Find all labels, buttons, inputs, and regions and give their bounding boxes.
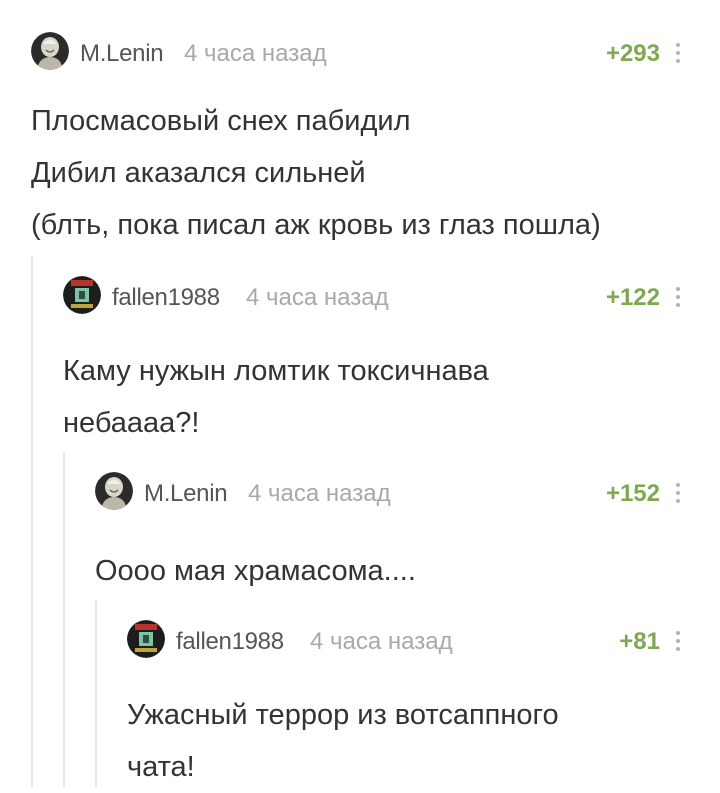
thread-line-level-3 bbox=[95, 600, 97, 787]
comment-rating: +81 bbox=[619, 628, 660, 655]
comment-timestamp[interactable]: 4 часа назад bbox=[184, 40, 327, 68]
comment-author[interactable]: fallen1988 bbox=[176, 628, 284, 656]
comment-body: Каму нужын ломтик токсичнава небаааа?! bbox=[63, 345, 720, 449]
comment-author[interactable]: fallen1988 bbox=[112, 284, 220, 312]
comment-body: Плосмасовый снех пабидил Дибил аказался … bbox=[31, 95, 720, 251]
comment-reply: fallen1988 4 часа назад +81 Ужасный терр… bbox=[127, 618, 720, 793]
more-options-icon[interactable] bbox=[672, 628, 684, 654]
thread-line-level-2 bbox=[63, 452, 65, 787]
comment-line: Каму нужын ломтик токсичнава bbox=[63, 355, 489, 387]
comment-reply: fallen1988 4 часа назад +122 Каму нужын … bbox=[63, 274, 720, 449]
comment-rating: +122 bbox=[605, 284, 660, 311]
lenin-portrait-icon bbox=[31, 32, 69, 70]
comment-line: Оооо мая храмасома.... bbox=[95, 555, 416, 587]
comment: M.Lenin 4 часа назад +293 Плосмасовый сн… bbox=[31, 30, 720, 251]
comment-header: fallen1988 4 часа назад +122 bbox=[63, 274, 720, 318]
user-avatar[interactable] bbox=[31, 32, 69, 70]
more-options-icon[interactable] bbox=[672, 40, 684, 66]
comment-timestamp[interactable]: 4 часа назад bbox=[310, 628, 453, 656]
comment-header: M.Lenin 4 часа назад +293 bbox=[31, 30, 720, 74]
more-options-icon[interactable] bbox=[672, 480, 684, 506]
more-options-icon[interactable] bbox=[672, 284, 684, 310]
comment-line: небаааа?! bbox=[63, 407, 200, 439]
comment-body: Оооо мая храмасома.... bbox=[95, 545, 720, 597]
comment-author[interactable]: M.Lenin bbox=[80, 40, 164, 68]
comment-rating: +152 bbox=[605, 480, 660, 507]
comment-line: Ужасный террор из вотсаппного bbox=[127, 699, 559, 731]
comment-timestamp[interactable]: 4 часа назад bbox=[248, 480, 391, 508]
comment-line: Плосмасовый снех пабидил bbox=[31, 105, 411, 137]
comment-timestamp[interactable]: 4 часа назад bbox=[246, 284, 389, 312]
lenin-portrait-icon bbox=[95, 472, 133, 510]
comment-body: Ужасный террор из вотсаппного чата! bbox=[127, 689, 720, 793]
comment-header: M.Lenin 4 часа назад +152 bbox=[95, 470, 720, 514]
fallout-poster-icon bbox=[63, 276, 101, 314]
comment-line: (блть, пока писал аж кровь из глаз пошла… bbox=[31, 209, 601, 241]
comment-line: Дибил аказался сильней bbox=[31, 157, 366, 189]
comment-author[interactable]: M.Lenin bbox=[144, 480, 228, 508]
user-avatar[interactable] bbox=[95, 472, 133, 510]
user-avatar[interactable] bbox=[127, 620, 165, 658]
thread-line-level-1 bbox=[31, 256, 33, 787]
comment-header: fallen1988 4 часа назад +81 bbox=[127, 618, 720, 662]
user-avatar[interactable] bbox=[63, 276, 101, 314]
fallout-poster-icon bbox=[127, 620, 165, 658]
comment-line: чата! bbox=[127, 751, 195, 783]
comment-reply: M.Lenin 4 часа назад +152 Оооо мая храма… bbox=[95, 470, 720, 597]
comment-rating: +293 bbox=[605, 40, 660, 67]
